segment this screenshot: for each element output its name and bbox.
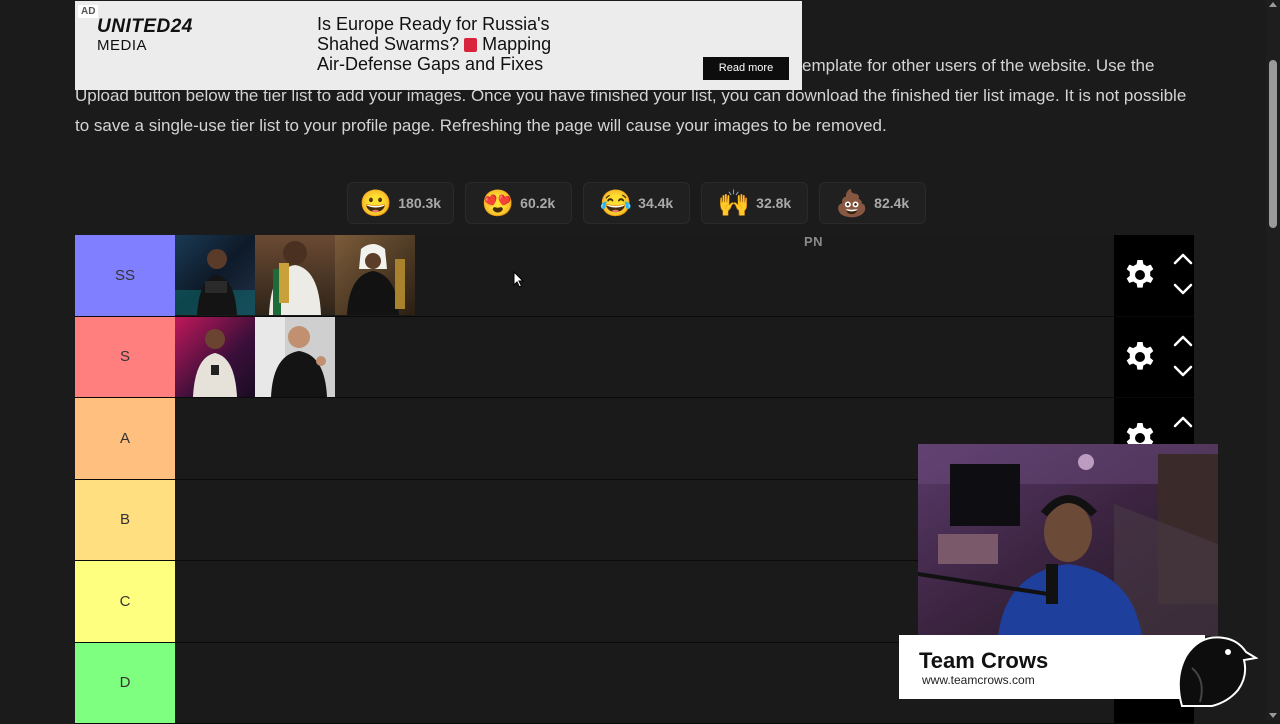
ad-tag: AD: [78, 5, 98, 18]
tier-row-ss: SS: [75, 235, 1194, 317]
tier-image[interactable]: [335, 235, 415, 315]
intro-line-3: to save a single-use tier list to your p…: [75, 111, 1205, 141]
tier-label[interactable]: SS: [75, 235, 175, 316]
tier-label[interactable]: A: [75, 398, 175, 479]
move-up-chevron-icon[interactable]: [1172, 414, 1194, 428]
ad-headline[interactable]: Is Europe Ready for Russia's Shahed Swar…: [317, 14, 617, 74]
grinning-face-icon: 😀: [360, 188, 392, 218]
tier-controls: [1114, 235, 1194, 316]
stream-banner-title: Team Crows: [919, 648, 1048, 674]
reaction-count: 180.3k: [398, 195, 441, 211]
tier-label[interactable]: C: [75, 561, 175, 642]
scroll-up-arrow-icon[interactable]: [1269, 2, 1277, 7]
ad-logo-line-1: UNITED24: [97, 17, 193, 37]
read-more-button[interactable]: Read more: [703, 57, 789, 80]
ad-headline-line-2: Shahed Swarms?: [317, 34, 459, 54]
tier-controls: [1114, 317, 1194, 398]
reaction-button-poo[interactable]: 💩 82.4k: [819, 182, 926, 224]
tier-label[interactable]: D: [75, 643, 175, 724]
reaction-button-grinning[interactable]: 😀 180.3k: [347, 182, 454, 224]
gear-icon[interactable]: [1122, 257, 1158, 293]
heart-eyes-icon: 😍: [482, 188, 514, 218]
raised-hands-icon: 🙌: [718, 188, 750, 218]
reaction-button-raised-hands[interactable]: 🙌 32.8k: [701, 182, 808, 224]
tier-image[interactable]: [255, 235, 335, 315]
pn-overlay-text: PN: [804, 234, 823, 249]
reaction-count: 34.4k: [638, 195, 673, 211]
ad-headline-line-3: Mapping: [482, 34, 551, 54]
tier-label[interactable]: S: [75, 317, 175, 398]
reaction-button-tears-of-joy[interactable]: 😂 34.4k: [583, 182, 690, 224]
stream-banner: Team Crows www.teamcrows.com: [899, 635, 1205, 699]
move-down-chevron-icon[interactable]: [1172, 364, 1194, 378]
scrollbar-thumb[interactable]: [1269, 60, 1277, 228]
tier-image[interactable]: [175, 317, 255, 397]
page-scrollbar[interactable]: [1266, 0, 1280, 720]
scroll-down-arrow-icon[interactable]: [1269, 713, 1277, 718]
tier-row-s: S: [75, 317, 1194, 399]
tier-label[interactable]: B: [75, 480, 175, 561]
advertisement-banner[interactable]: AD UNITED24 MEDIA Is Europe Ready for Ru…: [75, 1, 802, 90]
reaction-count: 60.2k: [520, 195, 555, 211]
tier-items[interactable]: [175, 235, 1114, 316]
reaction-bar: 😀 180.3k 😍 60.2k 😂 34.4k 🙌 32.8k 💩 82.4k: [347, 182, 926, 224]
tears-of-joy-icon: 😂: [600, 188, 632, 218]
stream-banner-url: www.teamcrows.com: [922, 673, 1035, 687]
ad-logo: UNITED24 MEDIA: [97, 17, 193, 54]
ad-headline-line-1: Is Europe Ready for Russia's: [317, 14, 617, 34]
tier-image[interactable]: [175, 235, 255, 315]
mouse-cursor-icon: [513, 271, 525, 289]
reaction-count: 32.8k: [756, 195, 791, 211]
gear-icon[interactable]: [1122, 339, 1158, 375]
webcam-overlay: [918, 444, 1218, 636]
reaction-count: 82.4k: [874, 195, 909, 211]
ad-headline-line-4: Air-Defense Gaps and Fixes: [317, 54, 617, 74]
move-down-chevron-icon[interactable]: [1172, 282, 1194, 296]
reaction-button-heart-eyes[interactable]: 😍 60.2k: [465, 182, 572, 224]
ad-logo-line-2: MEDIA: [97, 37, 193, 54]
tier-image[interactable]: [255, 317, 335, 397]
crow-logo-icon: [1172, 628, 1258, 708]
flag-icon: [464, 38, 477, 52]
move-up-chevron-icon[interactable]: [1172, 333, 1194, 347]
move-up-chevron-icon[interactable]: [1172, 251, 1194, 265]
pile-of-poo-icon: 💩: [836, 188, 868, 218]
tier-items[interactable]: [175, 317, 1114, 398]
